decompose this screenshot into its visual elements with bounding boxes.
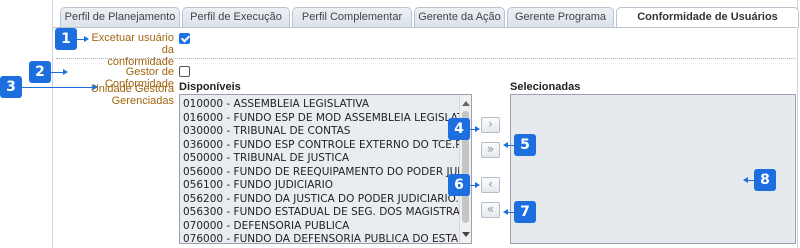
callout-3: 3 <box>0 76 22 98</box>
selected-listbox[interactable] <box>510 94 796 244</box>
callout-8-arrow-icon <box>743 177 748 183</box>
tab-gerente-programa[interactable]: Gerente Programa <box>507 7 614 27</box>
list-item[interactable]: 016000 - FUNDO ESP DE MOD ASSEMBLEIA LEG… <box>183 112 471 124</box>
callout-6-arrow-icon <box>475 182 480 188</box>
callout-7-arrow-icon <box>503 209 508 215</box>
scroll-up-arrow-icon[interactable] <box>462 101 470 106</box>
panel-right-border <box>797 0 798 248</box>
dotted-separator <box>56 58 796 59</box>
list-item[interactable]: 076000 - FUNDO DA DEFENSORIA PUBLICA DO … <box>183 233 471 243</box>
list-item[interactable]: 050000 - TRIBUNAL DE JUSTICA <box>183 152 349 164</box>
callout-8: 8 <box>754 169 776 191</box>
callout-1-arrow-icon <box>84 36 89 42</box>
tab-gerente-acao[interactable]: Gerente da Ação <box>414 7 505 27</box>
list-item[interactable]: 010000 - ASSEMBLEIA LEGISLATIVA <box>183 98 369 110</box>
list-item[interactable]: 030000 - TRIBUNAL DE CONTAS <box>183 125 350 137</box>
callout-7: 7 <box>514 201 536 223</box>
unidade-label-line1: Unidade Gestora <box>90 83 174 95</box>
callout-2-arrow-icon <box>63 69 68 75</box>
exceptuar-label-line1: Excetuar usuário da <box>91 32 174 56</box>
callout-6: 6 <box>448 174 470 196</box>
list-item[interactable]: 056200 - FUNDO DA JUSTICA DO PODER JUDIC… <box>183 193 471 205</box>
list-item[interactable]: 056300 - FUNDO ESTADUAL DE SEG. DOS MAGI… <box>183 206 471 218</box>
selected-title: Selecionadas <box>510 81 581 93</box>
callout-3-arrow-icon <box>93 84 98 90</box>
list-item[interactable]: 056100 - FUNDO JUDICIARIO <box>183 179 333 191</box>
unidade-label-line2: Gerenciadas <box>111 95 174 107</box>
callout-5-line <box>508 145 514 146</box>
tab-perfil-execucao[interactable]: Perfil de Execução <box>182 7 290 27</box>
callout-8-line <box>748 180 754 181</box>
move-right-button[interactable]: › <box>481 117 500 133</box>
gestor-checkbox[interactable] <box>179 66 190 77</box>
callout-1: 1 <box>55 28 77 50</box>
move-left-button[interactable]: ‹ <box>481 177 500 193</box>
tab-perfil-complementar[interactable]: Perfil Complementar <box>292 7 412 27</box>
available-title: Disponíveis <box>179 81 241 93</box>
available-listbox[interactable]: 010000 - ASSEMBLEIA LEGISLATIVA 016000 -… <box>179 94 472 244</box>
tabs-divider <box>53 27 797 28</box>
callout-4: 4 <box>448 118 470 140</box>
list-item[interactable]: 070000 - DEFENSORIA PUBLICA <box>183 220 349 232</box>
callout-2: 2 <box>29 61 51 83</box>
callout-5-arrow-icon <box>503 142 508 148</box>
tab-conformidade-usuarios[interactable]: Conformidade de Usuários <box>616 7 799 28</box>
callout-7-line <box>508 212 514 213</box>
exceptuar-checkbox[interactable] <box>179 33 190 44</box>
panel-left-border <box>52 0 53 248</box>
list-item[interactable]: 056000 - FUNDO DE REEQUIPAMENTO DO PODER… <box>183 166 471 178</box>
scroll-down-arrow-icon[interactable] <box>462 232 470 237</box>
exceptuar-label: Excetuar usuário da conformidade <box>80 32 174 68</box>
move-all-left-button[interactable]: « <box>481 202 500 218</box>
callout-4-arrow-icon <box>475 126 480 132</box>
callout-3-line <box>22 87 94 88</box>
callout-5: 5 <box>514 134 536 156</box>
move-all-right-button[interactable]: » <box>481 142 500 158</box>
unidade-label: Unidade Gestora Gerenciadas <box>90 83 174 107</box>
tab-perfil-planejamento[interactable]: Perfil de Planejamento <box>60 7 180 27</box>
list-item[interactable]: 036000 - FUNDO ESP CONTROLE EXTERNO DO T… <box>183 139 469 151</box>
